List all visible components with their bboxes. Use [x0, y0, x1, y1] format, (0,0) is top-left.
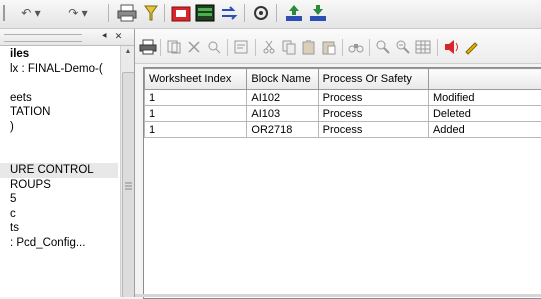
project-tree: iles lx : FINAL-Demo-( eets TATION ) URE…: [0, 47, 118, 250]
navigation-pane: ⯇ ✕ iles lx : FINAL-Demo-( eets TATION )…: [0, 29, 135, 297]
cell-worksheet-index[interactable]: 1: [145, 106, 247, 122]
cell-worksheet-index[interactable]: 1: [145, 90, 247, 106]
tree-item-pcd-config[interactable]: : Pcd_Config...: [0, 236, 118, 251]
cell-process-or-safety[interactable]: Process: [318, 122, 428, 138]
column-header[interactable]: Worksheet Index: [145, 69, 247, 90]
changes-table: Worksheet Index Block Name Process Or Sa…: [144, 68, 541, 138]
cell-change-status[interactable]: Modified: [428, 90, 541, 106]
cell-change-status[interactable]: Deleted: [428, 106, 541, 122]
speaker-icon[interactable]: [443, 39, 461, 55]
binoculars-icon: [348, 39, 364, 55]
toolbox-icon[interactable]: [170, 4, 192, 22]
worksheet-toolbar: [135, 29, 541, 64]
cell-worksheet-index[interactable]: 1: [145, 122, 247, 138]
upload-icon[interactable]: [283, 4, 305, 22]
undo-button[interactable]: ↶ ▾: [14, 4, 48, 22]
cell-process-or-safety[interactable]: Process: [318, 90, 428, 106]
main-toolbar: ↶ ▾ ↷ ▾: [0, 0, 541, 29]
cell-block-name[interactable]: AI103: [247, 106, 318, 122]
toolbar-separator: [160, 39, 161, 56]
column-header[interactable]: Block Name: [247, 69, 318, 90]
tree-item-procedure-control[interactable]: URE CONTROL: [0, 163, 118, 178]
clear-icon: [186, 39, 202, 55]
cell-block-name[interactable]: OR2718: [247, 122, 318, 138]
paste-icon: [301, 39, 317, 55]
scrollbar-thumb[interactable]: [122, 72, 135, 297]
zoom-icon: [375, 39, 391, 55]
find-page-icon: [206, 39, 222, 55]
toolbar-separator: [108, 4, 109, 22]
print-icon[interactable]: [139, 39, 157, 55]
toolbar-separator: [276, 4, 277, 22]
copy-icon: [281, 39, 297, 55]
filter-icon[interactable]: [141, 4, 161, 22]
scroll-up-arrow[interactable]: ▲: [121, 48, 135, 58]
column-header[interactable]: Process Or Safety: [318, 69, 428, 90]
copy-format-icon: [166, 39, 182, 55]
tree-item-blank: [0, 76, 118, 91]
changes-grid: Worksheet Index Block Name Process Or Sa…: [143, 67, 541, 299]
tree-item-sheets[interactable]: eets: [0, 91, 118, 106]
tree-item-files[interactable]: iles: [0, 47, 118, 62]
properties-icon: [233, 39, 249, 55]
toolbar-separator: [244, 4, 245, 22]
tree-item-ts[interactable]: ts: [0, 221, 118, 236]
table-icon: [415, 39, 431, 55]
toolbar-separator: [164, 4, 165, 22]
zoom-fit-icon: [395, 39, 411, 55]
cell-process-or-safety[interactable]: Process: [318, 106, 428, 122]
tree-item-s[interactable]: 5: [0, 192, 118, 207]
tree-item-c[interactable]: c: [0, 207, 118, 222]
dock-pane-button[interactable]: ⯇: [99, 31, 110, 42]
tree-item-paren[interactable]: ): [0, 120, 118, 135]
table-header-row: Worksheet Index Block Name Process Or Sa…: [145, 69, 541, 90]
cut-icon: [261, 39, 277, 55]
tree-item-station[interactable]: TATION: [0, 105, 118, 120]
edit-icon[interactable]: [463, 39, 479, 55]
cell-change-status[interactable]: Added: [428, 122, 541, 138]
download-icon[interactable]: [307, 4, 329, 22]
tree-item-project[interactable]: lx : FINAL-Demo-(: [0, 62, 118, 77]
toolbar-separator: [369, 39, 370, 56]
table-row[interactable]: 1 AI102 Process Modified: [145, 90, 541, 106]
table-row[interactable]: 1 AI103 Process Deleted: [145, 106, 541, 122]
toolbar-separator: [255, 39, 256, 56]
toolbar-separator: [227, 39, 228, 56]
paste-special-icon: [321, 39, 337, 55]
tree-item-groups[interactable]: ROUPS: [0, 178, 118, 193]
link-arrows-icon[interactable]: [218, 4, 240, 22]
column-header[interactable]: [428, 69, 541, 90]
pane-scrollbar[interactable]: ▲: [120, 46, 135, 297]
table-row[interactable]: 1 OR2718 Process Added: [145, 122, 541, 138]
pane-grip[interactable]: [4, 34, 82, 42]
grid-view-icon[interactable]: [194, 4, 216, 22]
refresh-icon[interactable]: [250, 4, 272, 22]
print-icon[interactable]: [115, 4, 139, 22]
pane-header: ⯇ ✕: [0, 29, 134, 46]
cell-block-name[interactable]: AI102: [247, 90, 318, 106]
redo-button[interactable]: ↷ ▾: [58, 4, 98, 22]
close-pane-button[interactable]: ✕: [113, 31, 124, 42]
tree-item-blank: [0, 149, 118, 164]
toolbar-edge: [0, 4, 8, 22]
toolbar-separator: [342, 39, 343, 56]
tree-item-blank: [0, 134, 118, 149]
toolbar-separator: [437, 39, 438, 56]
